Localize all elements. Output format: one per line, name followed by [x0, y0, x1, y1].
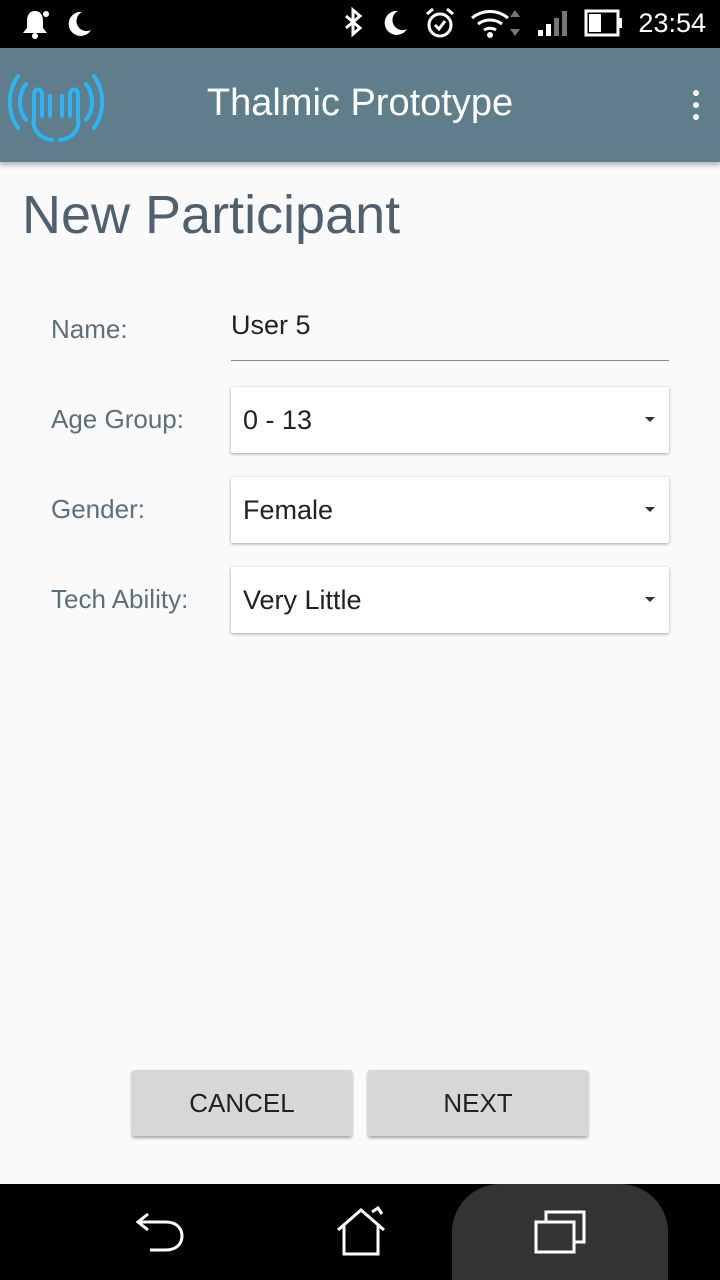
age-group-value: 0 - 13 [243, 405, 313, 435]
recents-icon[interactable] [532, 1208, 588, 1256]
tech-ability-label: Tech Ability: [51, 584, 189, 614]
battery-icon [584, 9, 623, 37]
app-bar: Thalmic Prototype [0, 48, 720, 162]
dropdown-arrow-icon [645, 597, 655, 602]
page-title: New Participant [22, 185, 401, 245]
tech-ability-select[interactable]: Very Little [231, 567, 669, 633]
name-value: User 5 [231, 310, 311, 340]
home-icon[interactable] [334, 1206, 388, 1258]
next-button[interactable]: NEXT [368, 1070, 588, 1136]
back-icon[interactable] [134, 1208, 186, 1256]
moon-icon [68, 11, 91, 36]
status-time: 23:54 [638, 7, 706, 38]
dropdown-arrow-icon [645, 507, 655, 512]
age-group-label: Age Group: [51, 404, 184, 434]
gender-select[interactable]: Female [231, 477, 669, 543]
dropdown-arrow-icon [645, 417, 655, 422]
app-title: Thalmic Prototype [206, 82, 514, 124]
more-vert-icon[interactable] [682, 90, 710, 120]
wifi-icon [471, 10, 521, 38]
name-label: Name: [51, 314, 128, 344]
cancel-button[interactable]: CANCEL [132, 1070, 352, 1136]
gender-label: Gender: [51, 494, 145, 524]
alarm-icon [426, 7, 455, 38]
status-bar: 23:54 [0, 0, 720, 48]
moon-icon [385, 10, 408, 35]
bluetooth-icon [345, 6, 363, 38]
signal-icon [538, 11, 568, 36]
gender-value: Female [243, 495, 334, 525]
name-input[interactable]: User 5 [231, 306, 669, 361]
notification-bell-icon [23, 11, 49, 39]
age-group-select[interactable]: 0 - 13 [231, 387, 669, 453]
tech-ability-value: Very Little [243, 585, 362, 615]
